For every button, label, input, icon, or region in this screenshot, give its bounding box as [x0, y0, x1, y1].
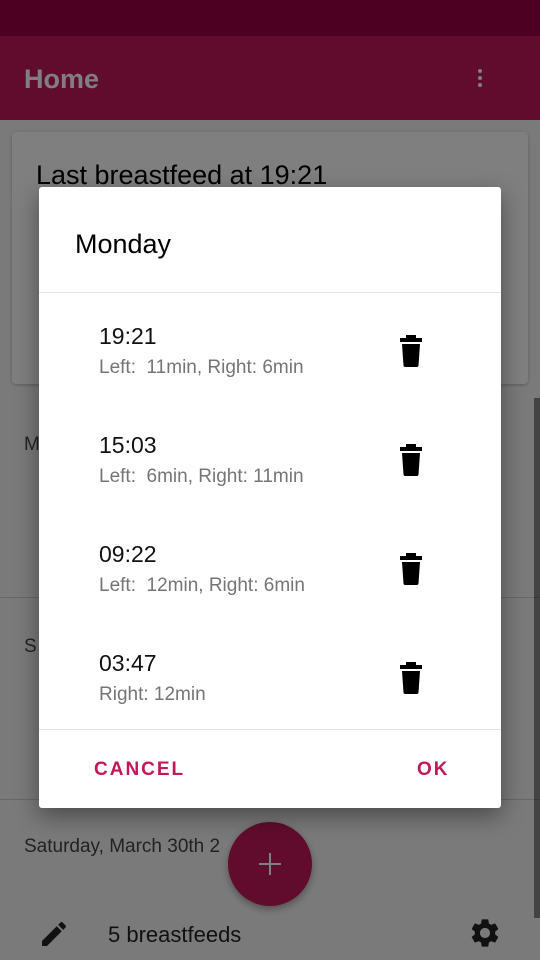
- dialog-title: Monday: [75, 229, 172, 259]
- trash-icon[interactable]: [399, 662, 423, 694]
- feed-time: 03:47: [99, 650, 157, 676]
- feed-time: 19:21: [99, 323, 157, 349]
- feed-detail: Left: 6min, Right: 11min: [99, 466, 304, 487]
- list-item: 19:21 Left: 11min, Right: 6min: [39, 293, 501, 402]
- trash-icon[interactable]: [399, 335, 423, 367]
- trash-icon[interactable]: [399, 444, 423, 476]
- feed-detail: Right: 12min: [99, 684, 206, 705]
- list-item: 03:47 Right: 12min: [39, 620, 501, 729]
- cancel-button[interactable]: CANCEL: [94, 759, 185, 781]
- day-dialog: Monday 19:21 Left: 11min, Right: 6min 15…: [39, 187, 501, 808]
- feed-detail: Left: 12min, Right: 6min: [99, 575, 305, 596]
- list-item: 09:22 Left: 12min, Right: 6min: [39, 511, 501, 620]
- feed-detail: Left: 11min, Right: 6min: [99, 357, 304, 378]
- feed-time: 15:03: [99, 432, 157, 458]
- scrollbar[interactable]: [534, 398, 540, 918]
- trash-icon[interactable]: [399, 553, 423, 585]
- divider: [39, 729, 501, 730]
- list-item: 15:03 Left: 6min, Right: 11min: [39, 402, 501, 511]
- ok-button[interactable]: OK: [417, 759, 450, 781]
- feed-time: 09:22: [99, 541, 157, 567]
